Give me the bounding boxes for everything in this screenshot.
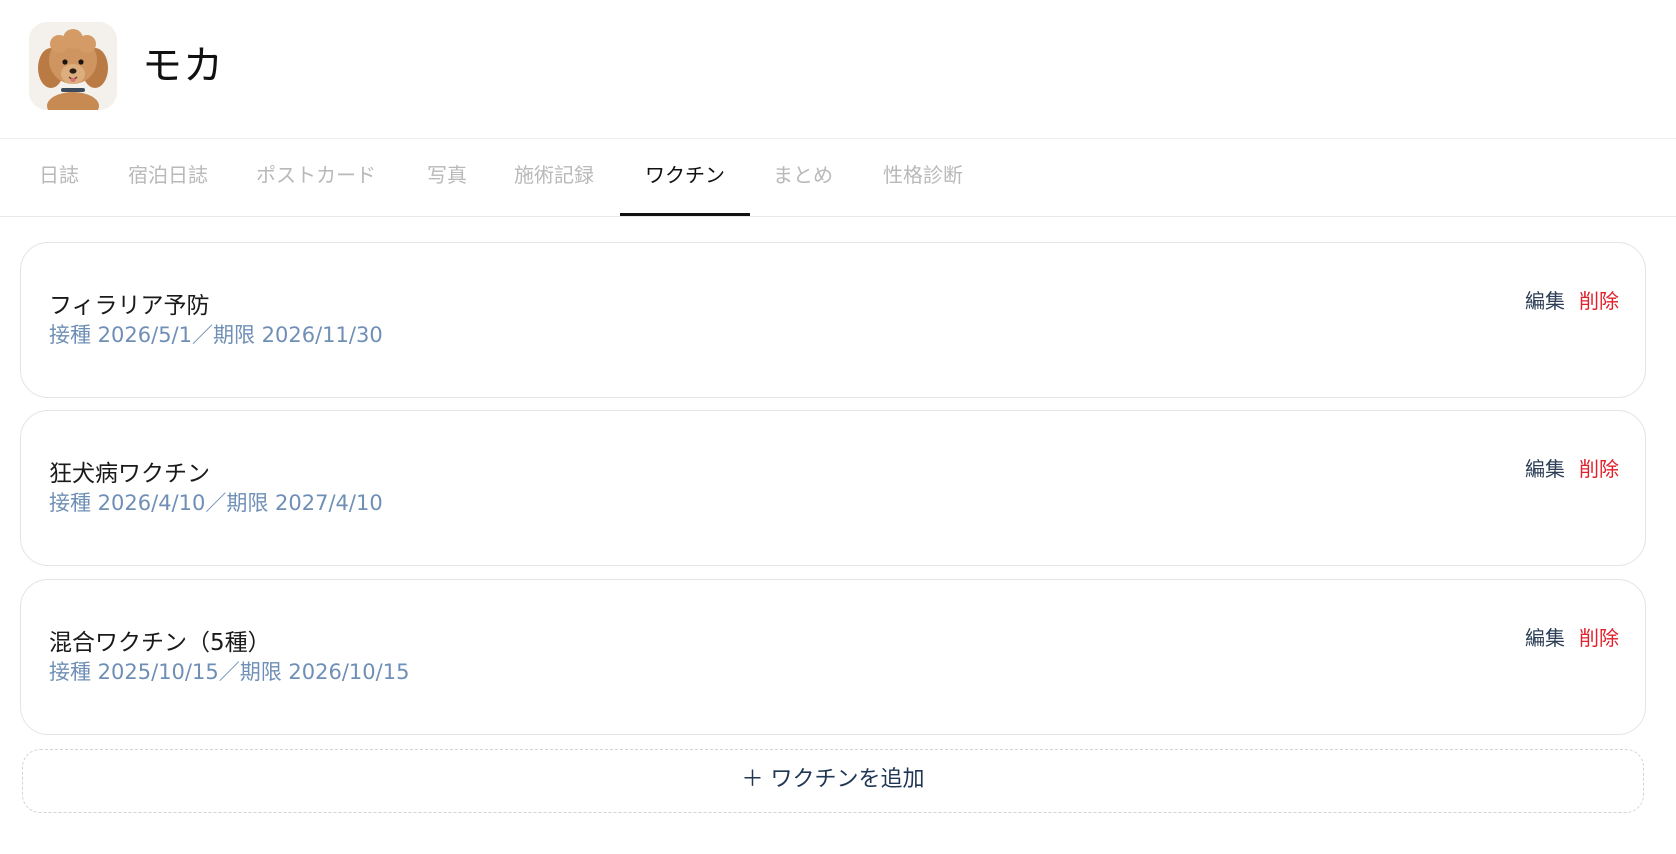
- edit-button[interactable]: 編集: [1525, 626, 1565, 650]
- card-actions: 編集 削除: [1525, 287, 1619, 315]
- vaccine-name: 混合ワクチン（5種）: [49, 630, 271, 656]
- pet-header: モカ: [0, 0, 1676, 139]
- pet-avatar: [29, 22, 117, 110]
- edit-button[interactable]: 編集: [1525, 289, 1565, 313]
- edit-button[interactable]: 編集: [1525, 457, 1565, 481]
- vaccine-name: フィラリア予防: [49, 293, 210, 319]
- card-actions: 編集 削除: [1525, 455, 1619, 483]
- vaccine-name: 狂犬病ワクチン: [49, 461, 210, 487]
- tab-vaccine[interactable]: ワクチン: [645, 139, 725, 216]
- vaccine-card: 混合ワクチン（5種） 接種 2025/10/15／期限 2026/10/15 編…: [20, 579, 1646, 735]
- pet-name: モカ: [142, 43, 224, 89]
- vaccine-dates: 接種 2026/4/10／期限 2027/4/10: [49, 491, 383, 515]
- delete-button[interactable]: 削除: [1579, 457, 1619, 481]
- delete-button[interactable]: 削除: [1579, 626, 1619, 650]
- delete-button[interactable]: 削除: [1579, 289, 1619, 313]
- tab-photos[interactable]: 写真: [427, 139, 467, 216]
- vaccine-dates: 接種 2025/10/15／期限 2026/10/15: [49, 660, 410, 684]
- add-vaccine-button[interactable]: ＋ ワクチンを追加: [22, 749, 1644, 813]
- tab-personality[interactable]: 性格診断: [883, 139, 963, 216]
- tab-bar: 日誌 宿泊日誌 ポストカード 写真 施術記録 ワクチン まとめ 性格診断: [0, 139, 1676, 217]
- active-tab-indicator: [620, 213, 750, 216]
- card-actions: 編集 削除: [1525, 624, 1619, 652]
- tab-stay-diary[interactable]: 宿泊日誌: [128, 139, 208, 216]
- poodle-avatar-icon: [29, 22, 117, 110]
- vaccine-card: フィラリア予防 接種 2026/5/1／期限 2026/11/30 編集 削除: [20, 242, 1646, 398]
- vaccine-card: 狂犬病ワクチン 接種 2026/4/10／期限 2027/4/10 編集 削除: [20, 410, 1646, 566]
- tab-postcard[interactable]: ポストカード: [256, 139, 376, 216]
- vaccine-dates: 接種 2026/5/1／期限 2026/11/30: [49, 323, 383, 347]
- tab-treatment-records[interactable]: 施術記録: [514, 139, 594, 216]
- tab-diary[interactable]: 日誌: [39, 139, 79, 216]
- tab-summary[interactable]: まとめ: [773, 139, 833, 216]
